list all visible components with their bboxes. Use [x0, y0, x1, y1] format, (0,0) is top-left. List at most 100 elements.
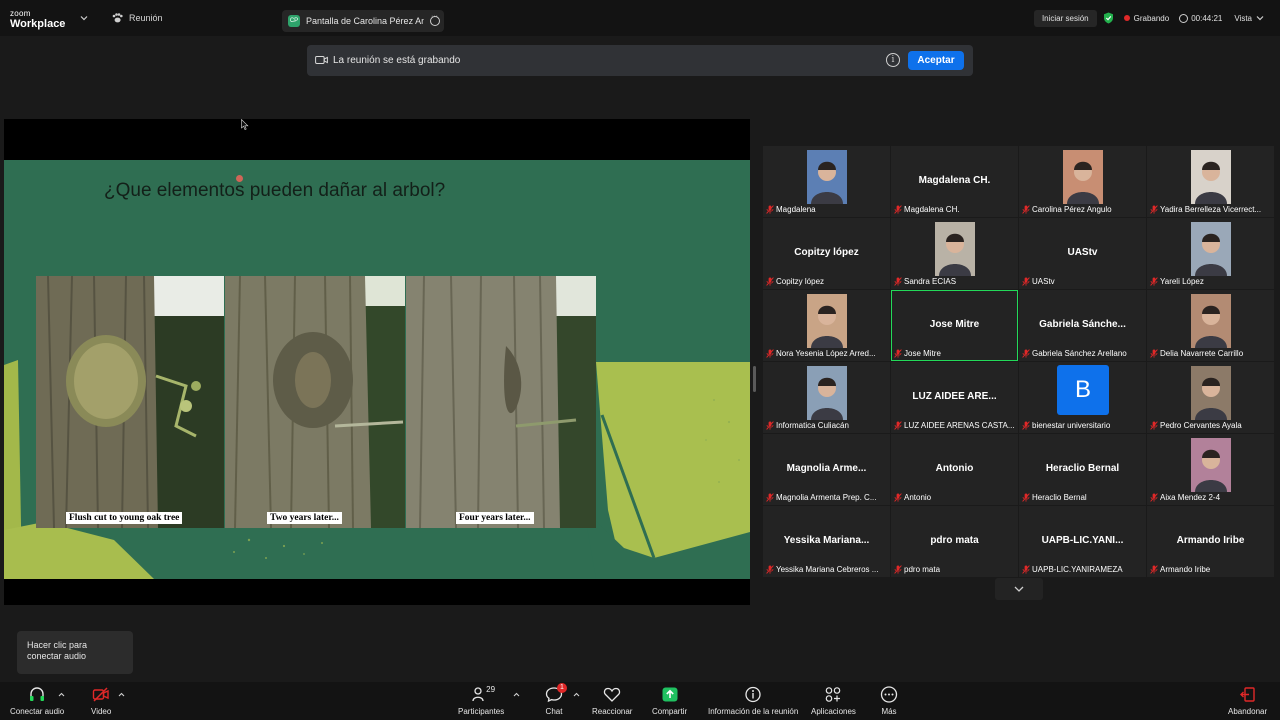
participant-name-display: UAPB-LIC.YANI...	[1041, 535, 1124, 546]
accept-button[interactable]: Aceptar	[908, 51, 964, 70]
muted-mic-icon	[1022, 277, 1030, 286]
muted-mic-icon	[766, 421, 774, 430]
participant-name-label: Aixa Mendez 2-4	[1150, 492, 1272, 503]
chevron-up-icon[interactable]	[118, 692, 125, 697]
participant-name-label: Magdalena CH.	[894, 204, 1016, 215]
info-icon[interactable]: i	[886, 53, 900, 67]
participant-name-label: UAStv	[1022, 276, 1144, 287]
meeting-toolbar: Conectar audio Video 29 Participantes 1	[0, 682, 1280, 720]
share-label: Compartir	[652, 707, 688, 716]
participant-name: Antonio	[904, 493, 932, 502]
participant-tile[interactable]: Magdalena	[763, 146, 890, 217]
participant-tile[interactable]: Heraclio Bernal Heraclio Bernal	[1019, 434, 1146, 505]
participant-tile[interactable]: Jose Mitre Jose Mitre	[891, 290, 1018, 361]
participant-tile[interactable]: Armando Iribe Armando Iribe	[1147, 506, 1274, 577]
participant-tile[interactable]: Carolina Pérez Angulo	[1019, 146, 1146, 217]
participant-name-label: Gabriela Sánchez Arellano	[1022, 348, 1144, 359]
chevron-down-icon[interactable]	[1256, 14, 1264, 22]
participant-video	[1191, 366, 1231, 420]
next-page-button[interactable]	[995, 578, 1043, 600]
video-label: Video	[91, 707, 112, 716]
connect-audio-button[interactable]: Conectar audio	[10, 686, 64, 716]
participant-name: Carolina Pérez Angulo	[1032, 205, 1112, 214]
participant-name-label: UAPB-LIC.YANIRAMEZA	[1022, 564, 1144, 575]
recording-status[interactable]: Grabando	[1134, 14, 1170, 23]
video-button[interactable]: Video	[91, 686, 111, 716]
zoom-workplace-logo[interactable]: zoom Workplace	[10, 9, 65, 30]
meeting-timer: 00:44:21	[1191, 13, 1223, 23]
meeting-menu[interactable]: Reunión	[112, 13, 163, 23]
apps-icon	[826, 687, 841, 702]
meeting-info-button[interactable]: Información de la reunión	[708, 686, 798, 716]
tree-photo-1: Flush cut to young oak tree	[36, 276, 224, 528]
participant-name-display: Gabriela Sánche...	[1039, 319, 1126, 330]
tree-photo-3: Four years later...	[406, 276, 596, 528]
participant-name-display: UAStv	[1067, 247, 1098, 258]
title-bar: zoom Workplace Reunión CP Pantalla de Ca…	[0, 0, 1280, 36]
mouse-cursor-icon	[241, 119, 249, 131]
chat-button[interactable]: 1 Chat	[545, 683, 567, 716]
participant-tile[interactable]: Gabriela Sánche... Gabriela Sánchez Arell…	[1019, 290, 1146, 361]
more-button[interactable]: Más	[880, 686, 898, 716]
participant-name-label: bienestar universitario	[1022, 420, 1144, 431]
shared-screen[interactable]: ¿Que elementos pueden dañar al arbol? Fl…	[4, 119, 750, 605]
view-button[interactable]: Vista	[1234, 14, 1252, 23]
participant-tile[interactable]: Magnolia Arme... Magnolia Armenta Prep. C…	[763, 434, 890, 505]
participant-tile[interactable]: Yadira Berrelleza Vicerrect...	[1147, 146, 1274, 217]
chevron-up-icon[interactable]	[573, 692, 580, 697]
chevron-up-icon[interactable]	[58, 692, 65, 697]
participant-video	[935, 222, 975, 276]
security-shield-icon[interactable]	[1103, 12, 1114, 24]
participant-tile[interactable]: pdro mata pdro mata	[891, 506, 1018, 577]
chevron-down-icon[interactable]	[80, 14, 88, 22]
leave-button[interactable]: Abandonar	[1228, 686, 1267, 716]
headphones-icon	[30, 687, 45, 701]
participant-name-label: Nora Yesenia López Arred...	[766, 348, 888, 359]
participant-tile[interactable]: Pedro Cervantes Ayala	[1147, 362, 1274, 433]
apps-button[interactable]: Aplicaciones	[811, 686, 856, 716]
participant-tile[interactable]: Informatica Culiacán	[763, 362, 890, 433]
connect-audio-label: Conectar audio	[10, 707, 65, 716]
participant-name: pdro mata	[904, 565, 941, 574]
participant-tile[interactable]: Aixa Mendez 2-4	[1147, 434, 1274, 505]
participant-name-display: Armando Iribe	[1176, 535, 1245, 546]
participant-tile[interactable]: Yessika Mariana... Yessika Mariana Cebrer…	[763, 506, 890, 577]
panel-resize-handle[interactable]	[753, 366, 756, 392]
participant-tile[interactable]: UAStv UAStv	[1019, 218, 1146, 289]
share-screen-button[interactable]: Compartir	[652, 686, 687, 716]
participants-count: 29	[486, 685, 496, 694]
recording-dot-icon	[1123, 15, 1130, 21]
apps-label: Aplicaciones	[811, 707, 856, 716]
participant-name-label: Sandra ECIAS	[894, 276, 1016, 287]
participant-tile[interactable]: LUZ AIDEE ARE... LUZ AIDEE ARENAS CASTA..…	[891, 362, 1018, 433]
participant-tile[interactable]: Yareli López	[1147, 218, 1274, 289]
participant-tile[interactable]: UAPB-LIC.YANI... UAPB-LIC.YANIRAMEZA	[1019, 506, 1146, 577]
react-button[interactable]: Reaccionar	[592, 686, 632, 716]
muted-mic-icon	[1022, 565, 1030, 574]
chevron-up-icon[interactable]	[513, 692, 520, 697]
participant-name-label: Yadira Berrelleza Vicerrect...	[1150, 204, 1272, 215]
participant-name-label: Delia Navarrete Carrillo	[1150, 348, 1272, 359]
participant-tile[interactable]: Antonio Antonio	[891, 434, 1018, 505]
participant-name: Gabriela Sánchez Arellano	[1032, 349, 1127, 358]
clock-icon	[1179, 13, 1189, 23]
share-screen-icon	[662, 687, 678, 702]
participant-tile[interactable]: Nora Yesenia López Arred...	[763, 290, 890, 361]
video-camera-icon	[315, 56, 328, 64]
share-tab-label: Pantalla de Carolina Pérez Angulo	[306, 16, 424, 26]
share-screen-tab[interactable]: CP Pantalla de Carolina Pérez Angulo	[282, 10, 444, 32]
sign-in-button[interactable]: Iniciar sesión	[1033, 9, 1097, 27]
participant-tile[interactable]: Copitzy lópez Copitzy lópez	[763, 218, 890, 289]
muted-mic-icon	[1150, 277, 1158, 286]
participants-button[interactable]: 29 Participantes	[458, 685, 504, 716]
participant-tile[interactable]: Sandra ECIAS	[891, 218, 1018, 289]
participant-name: Nora Yesenia López Arred...	[776, 349, 876, 358]
more-options-icon[interactable]	[430, 13, 440, 26]
participant-tile[interactable]: Magdalena CH. Magdalena CH.	[891, 146, 1018, 217]
participant-name: Aixa Mendez 2-4	[1160, 493, 1221, 502]
participant-name: Magdalena	[776, 205, 816, 214]
react-label: Reaccionar	[592, 707, 633, 716]
participant-tile[interactable]: Bbienestar universitario	[1019, 362, 1146, 433]
participant-name-display: Heraclio Bernal	[1045, 463, 1120, 474]
participant-tile[interactable]: Delia Navarrete Carrillo	[1147, 290, 1274, 361]
